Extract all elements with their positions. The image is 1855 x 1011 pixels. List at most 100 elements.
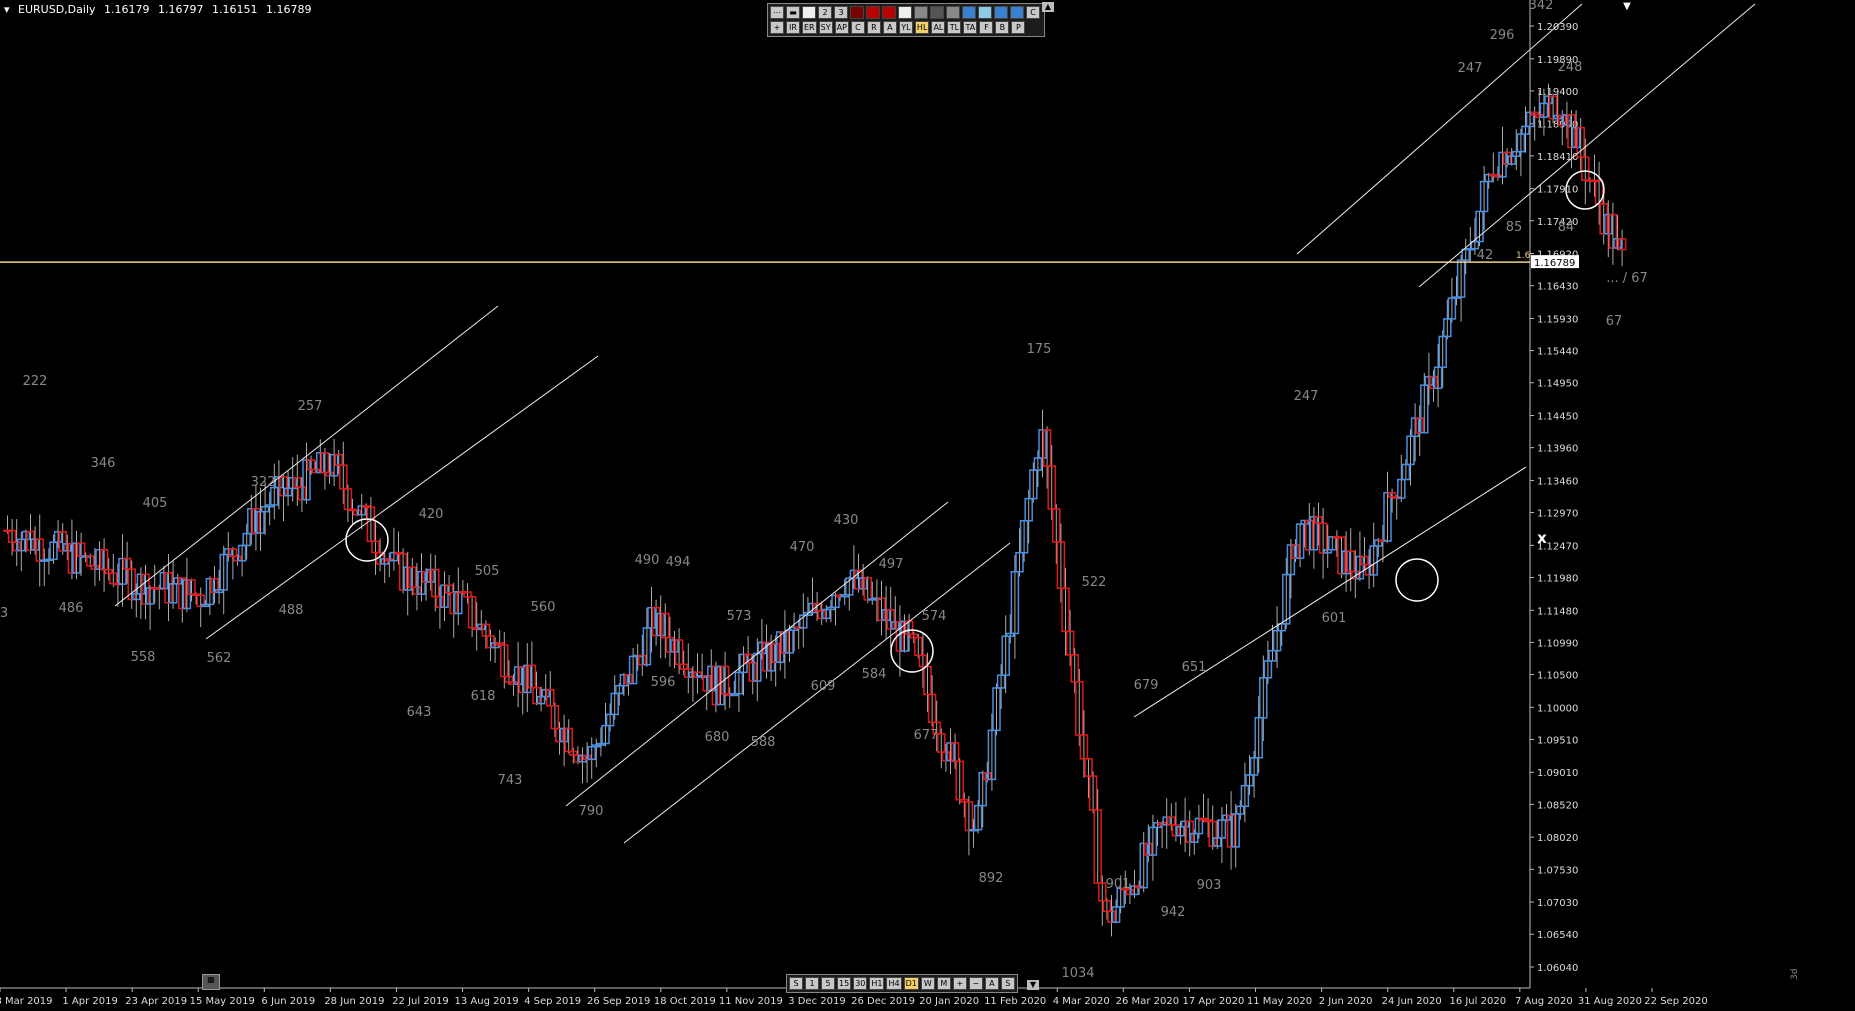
price-tick-label: 1.13460 — [1537, 476, 1578, 487]
object-tool-button-ta[interactable]: TA — [963, 21, 978, 34]
date-tick-label: 8 Mar 2019 — [0, 996, 53, 1007]
wave-count-label: 651 — [1182, 660, 1207, 675]
timeframe-button-9[interactable]: M — [936, 977, 951, 990]
timeframe-button-3[interactable]: 15 — [837, 977, 852, 990]
date-tick-label: 22 Jul 2019 — [392, 996, 449, 1007]
top-tool-button-7[interactable] — [882, 6, 896, 19]
timeframe-button-10[interactable]: + — [952, 977, 967, 990]
wave-count-label: 584 — [862, 667, 887, 682]
timeframe-button-12[interactable]: A — [984, 977, 999, 990]
date-tick-label: 24 Jun 2020 — [1382, 996, 1442, 1007]
timeframe-button-8[interactable]: W — [920, 977, 935, 990]
wave-count-label: 486 — [59, 601, 84, 616]
wave-count-label: 743 — [498, 773, 523, 788]
object-tool-button-c[interactable]: C — [850, 21, 865, 34]
timeframe-button-7[interactable]: D1 — [903, 977, 919, 990]
date-tick-label: 26 Sep 2019 — [587, 996, 650, 1007]
trend-channel-line — [1133, 466, 1527, 718]
scroll-up-icon[interactable]: ▲ — [1042, 2, 1054, 12]
highlight-circle — [1395, 558, 1439, 602]
top-tool-button-4[interactable]: 3 — [834, 6, 848, 19]
top-tool-button-16[interactable]: C — [1026, 6, 1040, 19]
top-tool-button-6[interactable] — [866, 6, 880, 19]
price-tick-label: 1.08520 — [1537, 800, 1578, 811]
date-tick-label: 4 Sep 2019 — [524, 996, 581, 1007]
wave-count-label: 296 — [1490, 28, 1515, 43]
object-tool-button-ap[interactable]: AP — [834, 21, 849, 34]
timeframe-button-5[interactable]: H1 — [869, 977, 885, 990]
top-tool-button-2[interactable]: 1 — [802, 6, 816, 19]
object-tool-button-+[interactable]: + — [770, 21, 784, 34]
timeframe-button-0[interactable]: S — [789, 977, 803, 990]
wave-count-label: 601 — [1322, 611, 1347, 626]
object-tool-button-r[interactable]: R — [866, 21, 881, 34]
wave-count-label: 562 — [207, 651, 232, 666]
wave-count-label: 588 — [751, 735, 776, 750]
wave-count-label: 405 — [143, 496, 168, 511]
top-tool-button-5[interactable] — [850, 6, 864, 19]
symbol-label: EURUSD,Daily — [18, 3, 96, 16]
object-tool-button-f[interactable]: F — [979, 21, 994, 34]
top-tool-button-10[interactable] — [930, 6, 944, 19]
price-tick-label: 1.15930 — [1537, 314, 1578, 325]
timeframe-button-11[interactable]: − — [968, 977, 983, 990]
timeframe-button-1[interactable]: 1 — [805, 977, 819, 990]
object-tool-button-sy[interactable]: SY — [818, 21, 833, 34]
trend-channel-line — [114, 305, 499, 607]
object-tool-button-er[interactable]: ER — [802, 21, 817, 34]
top-tool-button-1[interactable]: ▬ — [786, 6, 800, 19]
date-tick-label: 26 Dec 2019 — [851, 996, 915, 1007]
object-tool-button-yl[interactable]: YL — [898, 21, 913, 34]
object-tool-button-hl[interactable]: HL — [914, 21, 930, 34]
wave-count-label: 596 — [651, 675, 676, 690]
menu-arrow-icon[interactable]: ▾ — [4, 3, 10, 16]
wave-count-label: 903 — [1197, 878, 1222, 893]
wave-count-label: 560 — [531, 600, 556, 615]
wave-count-label: 901 — [1106, 877, 1131, 892]
object-tool-button-a[interactable]: A — [882, 21, 897, 34]
top-toolbar-row2: + IR ER SY AP C R A YL HL AL TL TA F B P — [770, 21, 1042, 34]
object-tool-button-tl[interactable]: TL — [947, 21, 962, 34]
price-tick-label: 1.16430 — [1537, 282, 1578, 293]
scroll-down-icon[interactable]: ▼ — [1027, 980, 1039, 990]
wave-count-label: 505 — [475, 564, 500, 579]
wave-count-label: 322 — [251, 475, 276, 490]
date-tick-label: 26 Mar 2020 — [1116, 996, 1179, 1007]
chart-canvas[interactable]: 1.203901.198901.194001.189001.184101.179… — [0, 0, 1855, 1011]
object-tool-button-al[interactable]: AL — [931, 21, 946, 34]
object-tool-button-b[interactable]: B — [995, 21, 1010, 34]
timeframe-button-13[interactable]: S — [1000, 977, 1015, 990]
price-tick-label: 1.07030 — [1537, 898, 1578, 909]
object-tool-button-ir[interactable]: IR — [786, 21, 800, 34]
wave-count-label: 430 — [834, 513, 859, 528]
price-tick-label: 1.11480 — [1537, 606, 1578, 617]
top-tool-button-0[interactable]: ⋯ — [770, 6, 784, 19]
close-value: 1.16789 — [266, 3, 312, 16]
x-marker: x — [1537, 529, 1547, 547]
wave-count-label: 494 — [666, 555, 691, 570]
top-tool-button-14[interactable] — [994, 6, 1008, 19]
top-tool-button-9[interactable] — [914, 6, 928, 19]
wave-count-label: 67 — [1606, 314, 1623, 329]
wave-count-label: 643 — [407, 705, 432, 720]
timeframe-button-4[interactable]: 30 — [853, 977, 868, 990]
grid-toggle-icon[interactable]: ▦ — [202, 974, 220, 990]
chart-window[interactable]: 1.20390 1.19890 1.19400 1.18900 1.18410 1.179… — [0, 0, 1855, 1011]
top-toolbar: ⋯ ▬ 1 2 3 C + IR ER SY AP C R A YL HL AL TL TA F B P — [767, 3, 1045, 37]
top-tool-button-12[interactable] — [962, 6, 976, 19]
top-tool-button-8[interactable] — [898, 6, 912, 19]
object-tool-button-p[interactable]: P — [1011, 21, 1026, 34]
timeframe-button-2[interactable]: 5 — [821, 977, 835, 990]
timeframe-button-6[interactable]: H4 — [886, 977, 902, 990]
top-tool-button-3[interactable]: 2 — [818, 6, 832, 19]
wave-count-label: 618 — [471, 689, 496, 704]
price-tick-label: 1.11980 — [1537, 573, 1578, 584]
price-tick-label: 1.12970 — [1537, 509, 1578, 520]
wave-count-label: 247 — [1458, 61, 1483, 76]
date-tick-label: 17 Apr 2020 — [1183, 996, 1245, 1007]
top-tool-button-11[interactable] — [946, 6, 960, 19]
top-tool-button-15[interactable] — [1010, 6, 1024, 19]
top-tool-button-13[interactable] — [978, 6, 992, 19]
wave-count-label: 488 — [279, 603, 304, 618]
price-tick-label: 1.09510 — [1537, 735, 1578, 746]
